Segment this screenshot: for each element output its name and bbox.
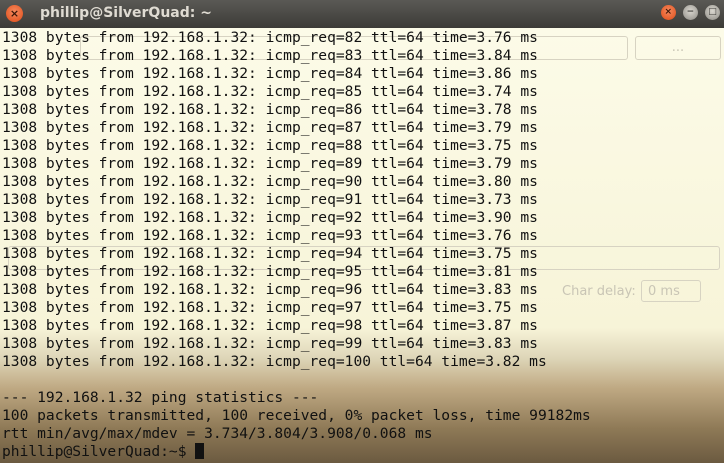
ping-line: 1308 bytes from 192.168.1.32: icmp_req=8… [2,137,538,154]
ping-stats-rtt: rtt min/avg/max/mdev = 3.734/3.804/3.908… [2,425,433,442]
ping-stats-header: --- 192.168.1.32 ping statistics --- [2,389,319,406]
ping-line: 1308 bytes from 192.168.1.32: icmp_req=9… [2,245,538,262]
bg-minimize-icon: − [682,5,698,20]
title-bar[interactable]: × phillip@SilverQuad: ~ × − □ [0,0,724,29]
ping-line: 1308 bytes from 192.168.1.32: icmp_req=9… [2,317,538,334]
ghost-browse-button: ... [635,36,721,60]
ghost-char-delay-value: 0 ms [641,280,701,302]
ping-line: 1308 bytes from 192.168.1.32: icmp_req=9… [2,281,538,298]
ping-line: 1308 bytes from 192.168.1.32: icmp_req=8… [2,119,538,136]
ping-line: 1308 bytes from 192.168.1.32: icmp_req=9… [2,335,538,352]
ping-line: 1308 bytes from 192.168.1.32: icmp_req=8… [2,29,538,46]
ping-stats-summary: 100 packets transmitted, 100 received, 0… [2,407,591,424]
ping-line: 1308 bytes from 192.168.1.32: icmp_req=9… [2,191,538,208]
background-window-controls: × − □ [659,5,720,24]
bg-close-icon: × [660,5,676,20]
ping-line: 1308 bytes from 192.168.1.32: icmp_req=9… [2,299,538,316]
terminal-area[interactable]: ... Char delay: 0 ms 1308 bytes from 192… [0,28,724,463]
terminal-output: 1308 bytes from 192.168.1.32: icmp_req=8… [2,29,591,461]
ping-line: 1308 bytes from 192.168.1.32: icmp_req=8… [2,101,538,118]
ping-line: 1308 bytes from 192.168.1.32: icmp_req=9… [2,227,538,244]
ping-line: 1308 bytes from 192.168.1.32: icmp_req=9… [2,173,538,190]
text-cursor [195,443,205,459]
shell-prompt-line[interactable]: phillip@SilverQuad:~$ [2,443,591,461]
close-icon[interactable]: × [6,5,23,22]
window-title: phillip@SilverQuad: ~ [40,5,212,21]
ping-line: 1308 bytes from 192.168.1.32: icmp_req=8… [2,47,538,64]
ping-line: 1308 bytes from 192.168.1.32: icmp_req=1… [2,353,547,370]
ping-line: 1308 bytes from 192.168.1.32: icmp_req=8… [2,65,538,82]
ping-line: 1308 bytes from 192.168.1.32: icmp_req=9… [2,263,538,280]
shell-prompt: phillip@SilverQuad:~$ [2,443,196,460]
ping-line: 1308 bytes from 192.168.1.32: icmp_req=9… [2,209,538,226]
ping-line: 1308 bytes from 192.168.1.32: icmp_req=8… [2,83,538,100]
ping-line: 1308 bytes from 192.168.1.32: icmp_req=8… [2,155,538,172]
bg-maximize-icon: □ [705,5,720,20]
